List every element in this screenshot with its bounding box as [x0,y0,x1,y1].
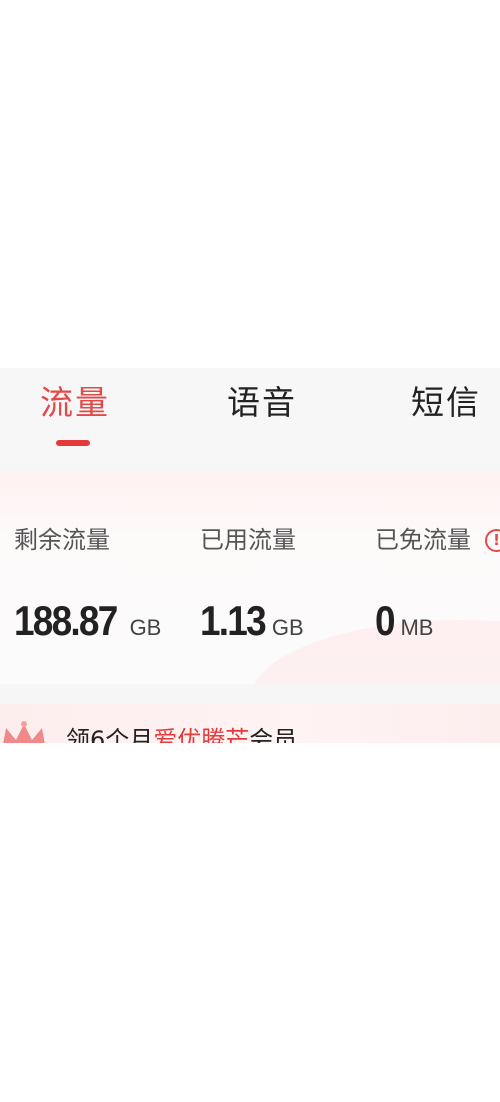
used-data-value: 1.13 [200,597,267,644]
info-icon[interactable]: ! [485,529,500,552]
used-data-value-group: 1.13 GB [200,598,304,644]
tab-sms[interactable]: 短信 [411,382,481,424]
used-data-unit: GB [271,615,304,640]
free-data-unit: MB [400,615,434,640]
remaining-data-value: 188.87 [14,597,118,644]
free-data-label: 已免流量 [375,526,471,554]
promo-suffix: 会员 [249,726,298,743]
promo-prefix: 领6个月 [66,726,154,743]
remaining-data-label: 剩余流量 [14,526,110,554]
page: 流量 语音 短信 剩余流量 188.87 GB 已用流量 1.13 GB 已免流… [0,0,500,1102]
promo-text: 领6个月爱优腾芒会员 [66,724,297,743]
promo-highlight: 爱优腾芒 [153,726,250,743]
free-data-value: 0 [375,597,396,644]
crown-icon [3,721,45,743]
data-usage-panel: 流量 语音 短信 剩余流量 188.87 GB 已用流量 1.13 GB 已免流… [0,368,500,743]
free-data-value-group: 0 MB [375,598,433,644]
used-data-label: 已用流量 [200,526,296,554]
tab-data[interactable]: 流量 [40,382,110,424]
usage-summary-card: 剩余流量 188.87 GB 已用流量 1.13 GB 已免流量 ! 0 MB [0,472,500,684]
active-tab-indicator [56,440,90,446]
remaining-data-value-group: 188.87 GB [14,598,161,644]
remaining-data-unit: GB [129,615,162,640]
tab-voice[interactable]: 语音 [227,382,297,424]
usage-tabs: 流量 语音 短信 [0,368,500,464]
membership-promo-banner[interactable]: 领6个月爱优腾芒会员 [0,704,500,743]
